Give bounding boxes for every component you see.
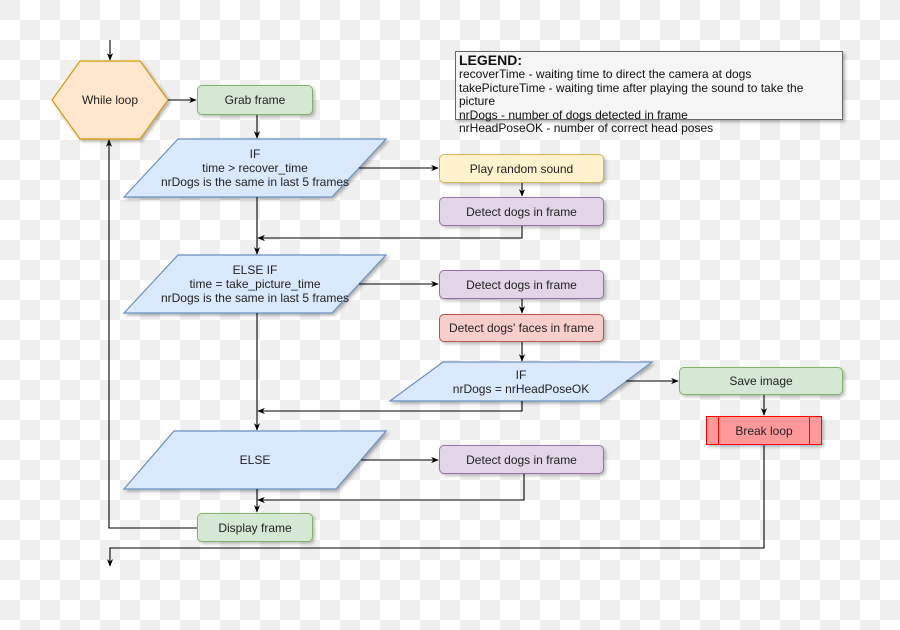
legend-item: recoverTime - waiting time to direct the…	[459, 67, 752, 81]
grab-frame-node[interactable]: Grab frame	[197, 85, 313, 115]
save-image-node[interactable]: Save image	[679, 367, 843, 395]
if-recover-label: IF time > recover_time nrDogs is the sam…	[160, 147, 350, 189]
else-if-picture-label: ELSE IF time = take_picture_time nrDogs …	[160, 263, 350, 305]
play-random-sound-node[interactable]: Play random sound	[439, 154, 604, 183]
legend-item: nrDogs - number of dogs detected in fram…	[459, 107, 688, 122]
legend-item: takePictureTime - waiting time after pla…	[459, 80, 804, 108]
break-loop-node[interactable]: Break loop	[706, 416, 822, 445]
legend-item: nrHeadPoseOK - number of correct head po…	[459, 121, 714, 135]
edge-ifhead-return	[257, 401, 523, 415]
detect-dogs-node-2[interactable]: Detect dogs in frame	[439, 270, 604, 299]
if-headpose-label: IF nrDogs = nrHeadPoseOK	[452, 367, 590, 396]
else-label: ELSE	[239, 453, 271, 467]
display-frame-node[interactable]: Display frame	[197, 513, 313, 542]
edge-detect1-return	[257, 226, 523, 242]
detect-dogs-node-1[interactable]: Detect dogs in frame	[439, 197, 604, 226]
while-loop-label: While loop	[81, 93, 139, 107]
legend-title: LEGEND:	[459, 52, 522, 68]
detect-dogs-node-3[interactable]: Detect dogs in frame	[439, 445, 604, 474]
detect-faces-node[interactable]: Detect dogs' faces in frame	[439, 314, 604, 342]
legend-box: LEGEND: recoverTime - waiting time to di…	[455, 51, 843, 135]
